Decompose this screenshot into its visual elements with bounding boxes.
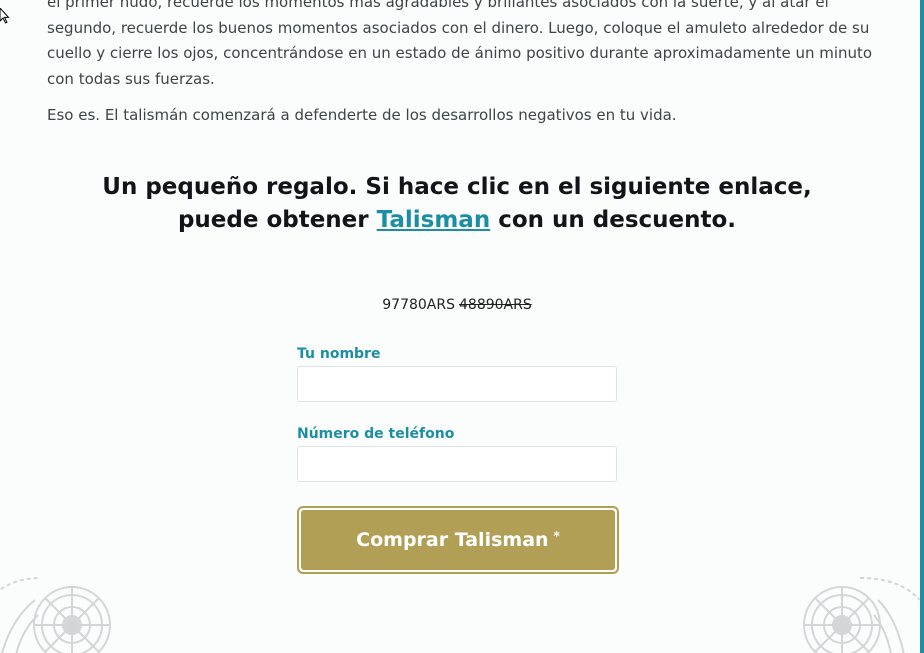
name-field[interactable]: [297, 366, 617, 402]
article-body: el primer nudo, recuerde los momentos má…: [47, 0, 877, 140]
talisman-link[interactable]: Talisman: [377, 207, 491, 233]
buy-button-frame: Comprar Talisman *: [297, 506, 619, 574]
order-form: Tu nombre Número de teléfono Comprar Tal…: [297, 346, 619, 574]
arrow-cursor-icon: [0, 8, 10, 24]
old-price: 48890ARS: [459, 297, 532, 313]
article-paragraph: el primer nudo, recuerde los momentos má…: [47, 0, 873, 88]
buy-button-asterisk: *: [553, 529, 560, 543]
discount-heading: Un pequeño regalo. Si hace clic en el si…: [60, 171, 854, 237]
buy-talisman-button[interactable]: Comprar Talisman *: [301, 510, 615, 570]
mandala-ornament-icon: [803, 577, 920, 653]
landing-page: el primer nudo, recuerde los momentos má…: [0, 0, 924, 653]
buy-button-label: Comprar Talisman: [356, 529, 549, 551]
mandala-ornament-icon: [0, 577, 111, 653]
price-row: 97780ARS 48890ARS: [0, 297, 914, 313]
phone-field[interactable]: [297, 446, 617, 482]
new-price: 97780ARS: [382, 297, 455, 313]
name-field-label: Tu nombre: [297, 346, 381, 362]
phone-field-label: Número de teléfono: [297, 426, 455, 442]
discount-heading-text: con un descuento.: [490, 207, 737, 233]
right-border-stripe: [920, 0, 924, 653]
article-paragraph: Eso es. El talismán comenzará a defender…: [47, 106, 677, 124]
